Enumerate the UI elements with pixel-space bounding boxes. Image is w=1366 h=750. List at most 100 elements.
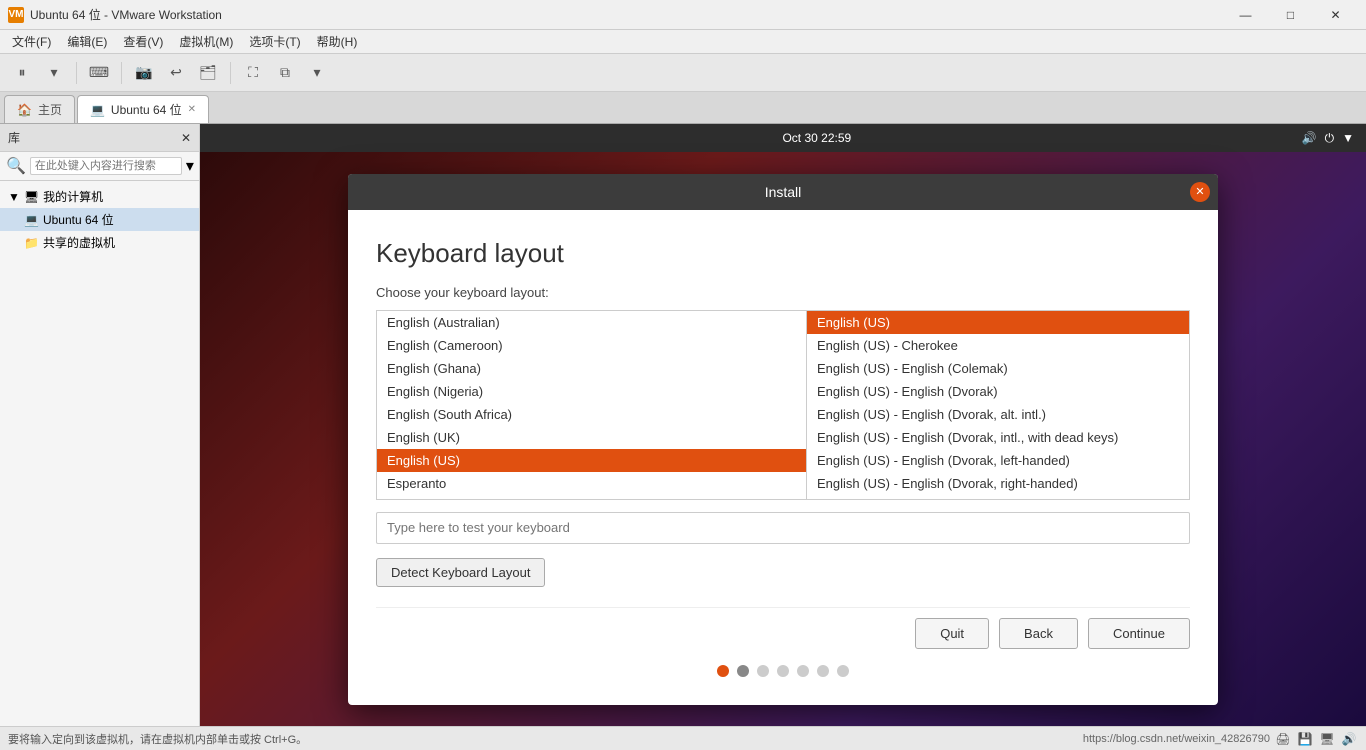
list-item[interactable]: English (Cameroon) [377, 334, 806, 357]
list-item[interactable]: English (US) - English (Colemak) [807, 357, 1189, 380]
list-item[interactable]: English (Nigeria) [377, 380, 806, 403]
search-input[interactable] [30, 157, 182, 175]
tree-label-ubuntu: Ubuntu 64 位 [43, 211, 114, 228]
folder-icon: 📁 [24, 236, 39, 250]
list-item[interactable]: English (US) - English (Dvorak, right-ha… [807, 472, 1189, 495]
progress-dot-3 [757, 665, 769, 677]
toolbar-power-btn[interactable]: ⏸ [8, 59, 36, 87]
toolbar-fullscreen[interactable]: ⛶ [239, 59, 267, 87]
list-item[interactable]: English (US) - English (Dvorak) [807, 380, 1189, 403]
toolbar-sep-2 [121, 62, 122, 84]
status-icon-2[interactable]: 💾 [1296, 730, 1314, 748]
statusbar-right: https://blog.csdn.net/weixin_42826790 🖨 … [1083, 730, 1358, 748]
ubuntu-desktop: Install ✕ Keyboard layout Choose your ke… [200, 152, 1366, 726]
list-item[interactable]: English (Ghana) [377, 357, 806, 380]
menubar: 文件(F) 编辑(E) 查看(V) 虚拟机(M) 选项卡(T) 帮助(H) [0, 30, 1366, 54]
install-dialog: Install ✕ Keyboard layout Choose your ke… [348, 174, 1218, 705]
tab-close-icon[interactable]: ✕ [188, 104, 196, 115]
toolbar-view-dropdown[interactable]: ▾ [303, 59, 331, 87]
statusbar-url: https://blog.csdn.net/weixin_42826790 [1083, 733, 1270, 745]
tree-item-my-computer[interactable]: ▼ 🖥 我的计算机 [0, 185, 199, 208]
app-title: Ubuntu 64 位 - VMware Workstation [30, 6, 1223, 23]
keyboard-test-input[interactable] [376, 512, 1190, 544]
list-item[interactable]: English (South Africa) [377, 403, 806, 426]
ubuntu-topbar: Oct 30 22:59 🔊 ⏻ ▼ [200, 124, 1366, 152]
ubuntu-topbar-right: 🔊 ⏻ ▼ [1302, 131, 1354, 146]
menu-view[interactable]: 查看(V) [115, 31, 171, 52]
toolbar-sep-1 [76, 62, 77, 84]
menu-help[interactable]: 帮助(H) [309, 31, 366, 52]
dialog-footer: Quit Back Continue [376, 607, 1190, 649]
toolbar-send-ctrl-alt-del[interactable]: ⌨ [85, 59, 113, 87]
list-item[interactable]: English (US) - Cherokee [807, 334, 1189, 357]
menu-edit[interactable]: 编辑(E) [59, 31, 115, 52]
menu-vm[interactable]: 虚拟机(M) [171, 31, 241, 52]
list-item-selected[interactable]: English (US) [807, 311, 1189, 334]
toolbar-power-dropdown[interactable]: ▾ [40, 59, 68, 87]
toolbar-unity[interactable]: ⧉ [271, 59, 299, 87]
tree-label-my-computer: 我的计算机 [43, 188, 103, 205]
tree-item-shared-vm[interactable]: 📁 共享的虚拟机 [0, 231, 199, 254]
sidebar-title: 库 [8, 129, 20, 146]
tree-item-ubuntu[interactable]: 💻 Ubuntu 64 位 [0, 208, 199, 231]
search-dropdown-icon[interactable]: ▾ [186, 156, 194, 176]
dialog-close-button[interactable]: ✕ [1190, 182, 1210, 202]
volume-icon[interactable]: 🔊 [1302, 131, 1317, 145]
dialog-title: Install [765, 184, 802, 200]
back-button[interactable]: Back [999, 618, 1078, 649]
tab-home[interactable]: 🏠 主页 [4, 95, 75, 123]
status-message: 要将输入定向到该虚拟机，请在虚拟机内部单击或按 Ctrl+G。 [8, 731, 307, 747]
dialog-titlebar: Install ✕ [348, 174, 1218, 210]
status-icon-1[interactable]: 🖨 [1274, 730, 1292, 748]
settings-dropdown-icon[interactable]: ▼ [1342, 131, 1354, 145]
sidebar-tree: ▼ 🖥 我的计算机 💻 Ubuntu 64 位 📁 共享的虚拟机 [0, 181, 199, 726]
list-item[interactable]: English (US) - English (Dvorak, left-han… [807, 449, 1189, 472]
quit-button[interactable]: Quit [915, 618, 989, 649]
progress-dots [376, 649, 1190, 685]
search-icon: 🔍 [6, 156, 26, 176]
detect-keyboard-layout-button[interactable]: Detect Keyboard Layout [376, 558, 545, 587]
status-icon-3[interactable]: 🖥 [1318, 730, 1336, 748]
toolbar-snapshot-mgr[interactable]: 🗂 [194, 59, 222, 87]
progress-dot-4 [777, 665, 789, 677]
minimize-button[interactable]: — [1223, 0, 1268, 30]
maximize-button[interactable]: □ [1268, 0, 1313, 30]
sidebar-header: 库 ✕ [0, 124, 199, 152]
vm-tree-icon: 💻 [24, 213, 39, 227]
window-controls: — □ ✕ [1223, 0, 1358, 30]
menu-tabs[interactable]: 选项卡(T) [241, 31, 308, 52]
dialog-page-title: Keyboard layout [376, 238, 1190, 269]
statusbar: 要将输入定向到该虚拟机，请在虚拟机内部单击或按 Ctrl+G。 https://… [0, 726, 1366, 750]
main-layout: 库 ✕ 🔍 ▾ ▼ 🖥 我的计算机 💻 Ubuntu 64 位 📁 共享的虚拟机 [0, 124, 1366, 726]
list-item[interactable]: English (Australian) [377, 311, 806, 334]
vm-icon: 💻 [90, 103, 105, 117]
toolbar-snapshot[interactable]: 📷 [130, 59, 158, 87]
list-item-selected[interactable]: English (US) [377, 449, 806, 472]
list-item[interactable]: English (UK) [377, 426, 806, 449]
tab-ubuntu[interactable]: 💻 Ubuntu 64 位 ✕ [77, 95, 209, 123]
tab-ubuntu-label: Ubuntu 64 位 [111, 101, 182, 118]
tree-label-shared-vm: 共享的虚拟机 [43, 234, 115, 251]
progress-dot-2 [737, 665, 749, 677]
continue-button[interactable]: Continue [1088, 618, 1190, 649]
sidebar: 库 ✕ 🔍 ▾ ▼ 🖥 我的计算机 💻 Ubuntu 64 位 📁 共享的虚拟机 [0, 124, 200, 726]
list-item[interactable]: Esperanto [377, 472, 806, 495]
layout-list-left[interactable]: English (Australian) English (Cameroon) … [377, 311, 807, 499]
menu-file[interactable]: 文件(F) [4, 31, 59, 52]
list-item[interactable]: English (US) - English (Dvorak, intl., w… [807, 426, 1189, 449]
vmware-titlebar: VM Ubuntu 64 位 - VMware Workstation — □ … [0, 0, 1366, 30]
sidebar-close-icon[interactable]: ✕ [181, 131, 191, 145]
progress-dot-5 [797, 665, 809, 677]
status-icon-4[interactable]: 🔊 [1340, 730, 1358, 748]
power-icon[interactable]: ⏻ [1325, 131, 1335, 146]
list-item[interactable]: Estonian [377, 495, 806, 499]
vm-content[interactable]: Oct 30 22:59 🔊 ⏻ ▼ Install ✕ Keyboard la… [200, 124, 1366, 726]
tab-home-label: 主页 [38, 101, 62, 118]
list-item[interactable]: English (US) - English (Macintosh) [807, 495, 1189, 499]
layout-list-right[interactable]: English (US) English (US) - Cherokee Eng… [807, 311, 1189, 499]
close-button[interactable]: ✕ [1313, 0, 1358, 30]
home-icon: 🏠 [17, 103, 32, 117]
list-item[interactable]: English (US) - English (Dvorak, alt. int… [807, 403, 1189, 426]
toolbar-revert[interactable]: ↩ [162, 59, 190, 87]
expand-icon: ▼ [8, 190, 20, 204]
